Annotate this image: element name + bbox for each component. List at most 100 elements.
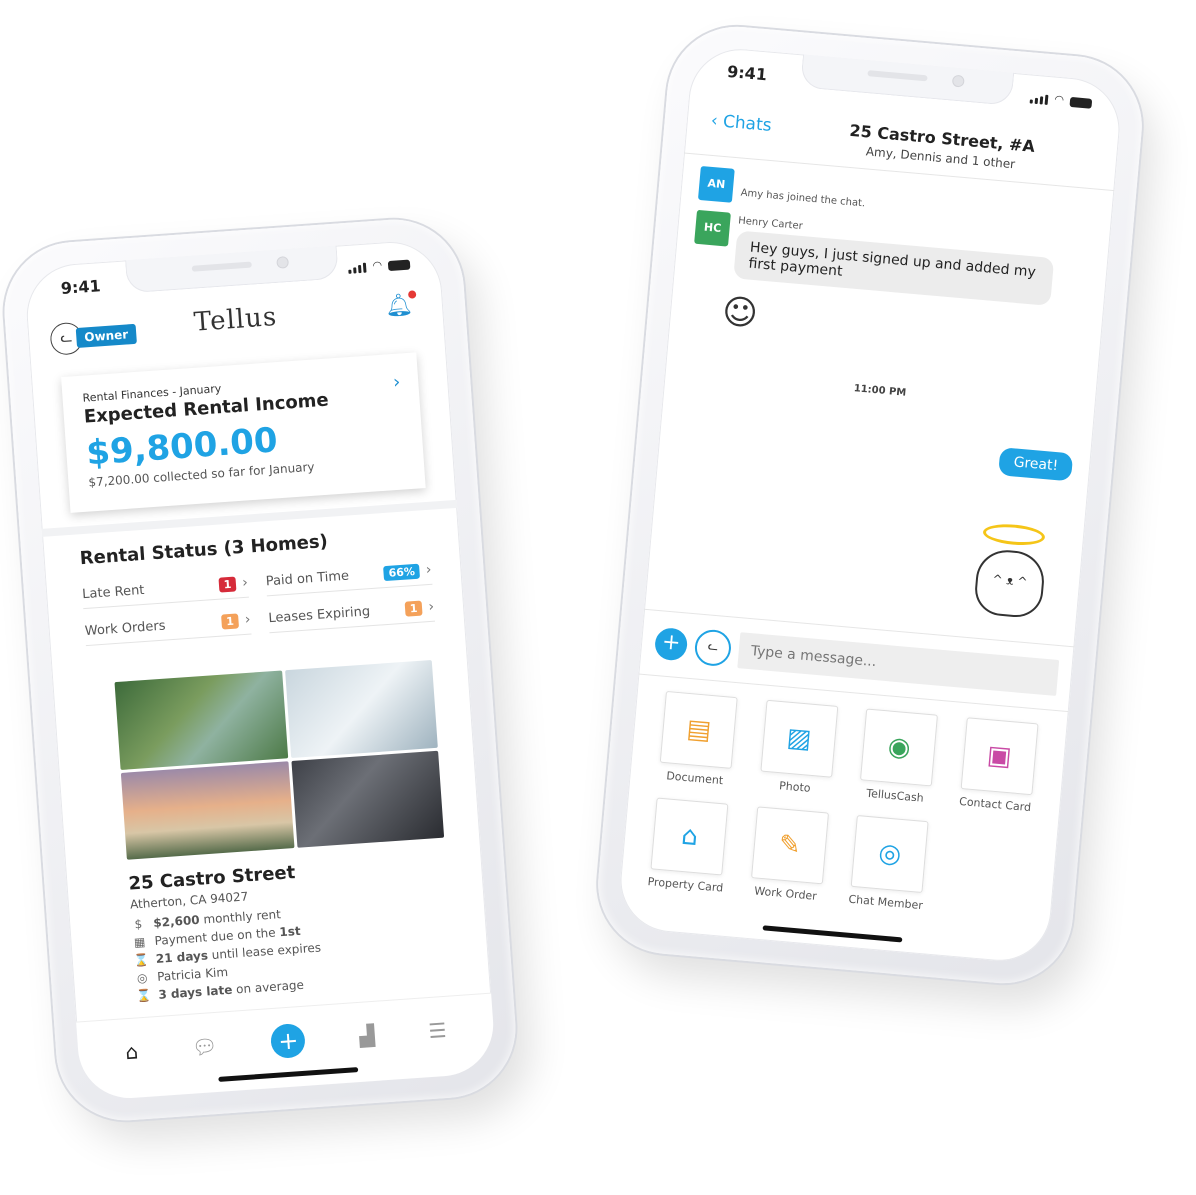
notifications-button[interactable]: 🔔︎ — [384, 290, 417, 319]
house-exterior-photo — [120, 760, 295, 860]
avatar: AN — [697, 165, 735, 203]
status-leases-expiring[interactable]: Leases Expiring 1 › — [267, 592, 436, 634]
signal-icon — [348, 262, 367, 274]
attach-contact-card[interactable]: ▣ Contact Card — [955, 717, 1041, 814]
rent-amount: $2,600 — [152, 912, 201, 931]
tile-label: Photo — [778, 779, 812, 795]
screen-chat: 9:41 ◠ ‹ Chats 25 Castro Street, #A Amy,… — [616, 44, 1124, 966]
status-label: Late Rent — [81, 582, 145, 602]
add-button[interactable]: + — [270, 1022, 307, 1059]
photo-icon: ▨ — [760, 699, 839, 778]
phone-chat: 9:41 ◠ ‹ Chats 25 Castro Street, #A Amy,… — [592, 21, 1148, 989]
notch — [800, 52, 1015, 106]
status-time: 9:41 — [60, 276, 102, 298]
message-list: AN Amy has joined the chat. HC Henry Car… — [676, 165, 1095, 482]
lease-days: 21 days — [155, 948, 209, 966]
chevron-right-icon: › — [425, 561, 432, 579]
signal-icon — [1029, 93, 1049, 105]
tile-label: Document — [665, 769, 724, 788]
late-suffix: on average — [235, 977, 305, 997]
battery-icon — [1069, 96, 1093, 109]
status-paid-on-time[interactable]: Paid on Time 66% › — [264, 555, 433, 597]
chat-tab-icon[interactable]: 💬︎ — [191, 1033, 218, 1059]
status-label: Leases Expiring — [267, 603, 371, 626]
attach-chat-member[interactable]: ◎ Chat Member — [846, 815, 932, 912]
back-label: Chats — [722, 111, 773, 136]
screen-dashboard: 9:41 ◠ ᓚ Owner Tellus 🔔︎ Rental Finances… — [23, 238, 497, 1102]
document-icon: ▤ — [659, 690, 738, 769]
payment-day: 1st — [278, 923, 302, 940]
tenant-name: Patricia Kim — [156, 964, 229, 984]
battery-icon — [387, 259, 411, 272]
person-icon: ◎ — [850, 815, 929, 894]
chevron-right-icon: › — [241, 574, 249, 592]
theater-room-photo — [291, 750, 445, 848]
message-input[interactable] — [737, 632, 1060, 696]
rent-suffix: monthly rent — [202, 907, 282, 927]
angel-cat-sticker-icon: ^ ᴥ ^ — [965, 521, 1054, 638]
tile-label: Chat Member — [848, 892, 924, 913]
contact-card-icon: ▣ — [960, 717, 1039, 796]
person-icon: ◎ — [136, 970, 148, 986]
count-badge: 1 — [218, 575, 237, 593]
timestamp: 11:00 PM — [853, 383, 907, 399]
house-icon: ⌂ — [650, 797, 729, 876]
reports-tab-icon[interactable]: ▟ — [358, 1022, 375, 1047]
my-message: Great! — [676, 419, 1074, 482]
status-time: 9:41 — [726, 61, 768, 85]
chevron-right-icon: › — [427, 598, 435, 616]
avatar: HC — [694, 209, 731, 247]
status-label: Work Orders — [84, 618, 166, 639]
hourglass-icon: ⌛ — [133, 952, 150, 968]
status-late-rent[interactable]: Late Rent 1 › — [81, 568, 249, 610]
sticker-button[interactable]: ᓚ — [693, 628, 733, 668]
notch — [124, 243, 339, 294]
calendar-icon: ▦ — [133, 934, 146, 950]
dollar-icon: $ — [134, 916, 143, 932]
phone-owner-dashboard: 9:41 ◠ ᓚ Owner Tellus 🔔︎ Rental Finances… — [0, 215, 521, 1125]
rental-status-grid: Late Rent 1 › Paid on Time 66% › Work Orde… — [81, 555, 436, 654]
chevron-left-icon: ‹ — [710, 110, 719, 132]
list-tab-icon[interactable]: ☰ — [428, 1017, 448, 1042]
home-indicator — [762, 925, 903, 943]
property-photo-collage[interactable] — [114, 659, 445, 860]
attach-work-order[interactable]: ✎ Work Order — [746, 806, 832, 903]
attachment-grid: ▤ Document ▨ Photo ◉ TellusCash ▣ Contac… — [646, 690, 1042, 921]
wifi-icon: ◠ — [1053, 92, 1065, 107]
tile-label: TellusCash — [865, 786, 925, 805]
message-bubble: Great! — [998, 447, 1074, 482]
back-button[interactable]: ‹ Chats — [710, 111, 772, 136]
count-badge: 1 — [220, 612, 240, 630]
telluscash-icon: ◉ — [860, 708, 939, 787]
app-logo: Tellus — [192, 301, 279, 338]
count-badge: 1 — [404, 600, 423, 617]
home-tab-icon[interactable]: ⌂ — [125, 1039, 139, 1064]
chevron-right-icon: › — [392, 371, 401, 393]
tile-label: Work Order — [753, 884, 818, 903]
system-text: Amy has joined the chat. — [740, 187, 866, 210]
add-attachment-button[interactable]: + — [653, 626, 689, 662]
rental-income-card[interactable]: Rental Finances - January Expected Renta… — [61, 352, 426, 513]
tile-label: Contact Card — [958, 794, 1032, 815]
status-label: Paid on Time — [265, 568, 350, 589]
status-icons: ◠ — [348, 257, 411, 274]
chevron-right-icon: › — [244, 611, 252, 628]
wifi-icon: ◠ — [372, 258, 383, 273]
late-days: 3 days late — [157, 982, 233, 1002]
rental-status-title: Rental Status (3 Homes) — [79, 530, 329, 570]
attach-property-card[interactable]: ⌂ Property Card — [646, 797, 732, 895]
attach-document[interactable]: ▤ Document — [655, 690, 741, 788]
percent-badge: 66% — [383, 563, 421, 581]
hourglass-icon: ⌛ — [135, 988, 152, 1004]
interior-photo — [285, 659, 438, 758]
wrench-icon: ✎ — [750, 806, 829, 885]
status-work-orders[interactable]: Work Orders 1 › — [83, 605, 252, 647]
tile-label: Property Card — [647, 875, 724, 895]
app-header: ᓚ Owner Tellus 🔔︎ — [27, 284, 445, 363]
attach-telluscash[interactable]: ◉ TellusCash — [855, 708, 941, 805]
status-icons: ◠ — [1029, 90, 1093, 109]
aerial-photo — [114, 670, 289, 770]
property-details: 25 Castro Street Atherton, CA 94027 $ $2… — [128, 851, 461, 1007]
attach-photo[interactable]: ▨ Photo — [755, 699, 841, 796]
bottom-tab-bar: ⌂ 💬︎ + ▟ ☰ — [76, 992, 497, 1102]
